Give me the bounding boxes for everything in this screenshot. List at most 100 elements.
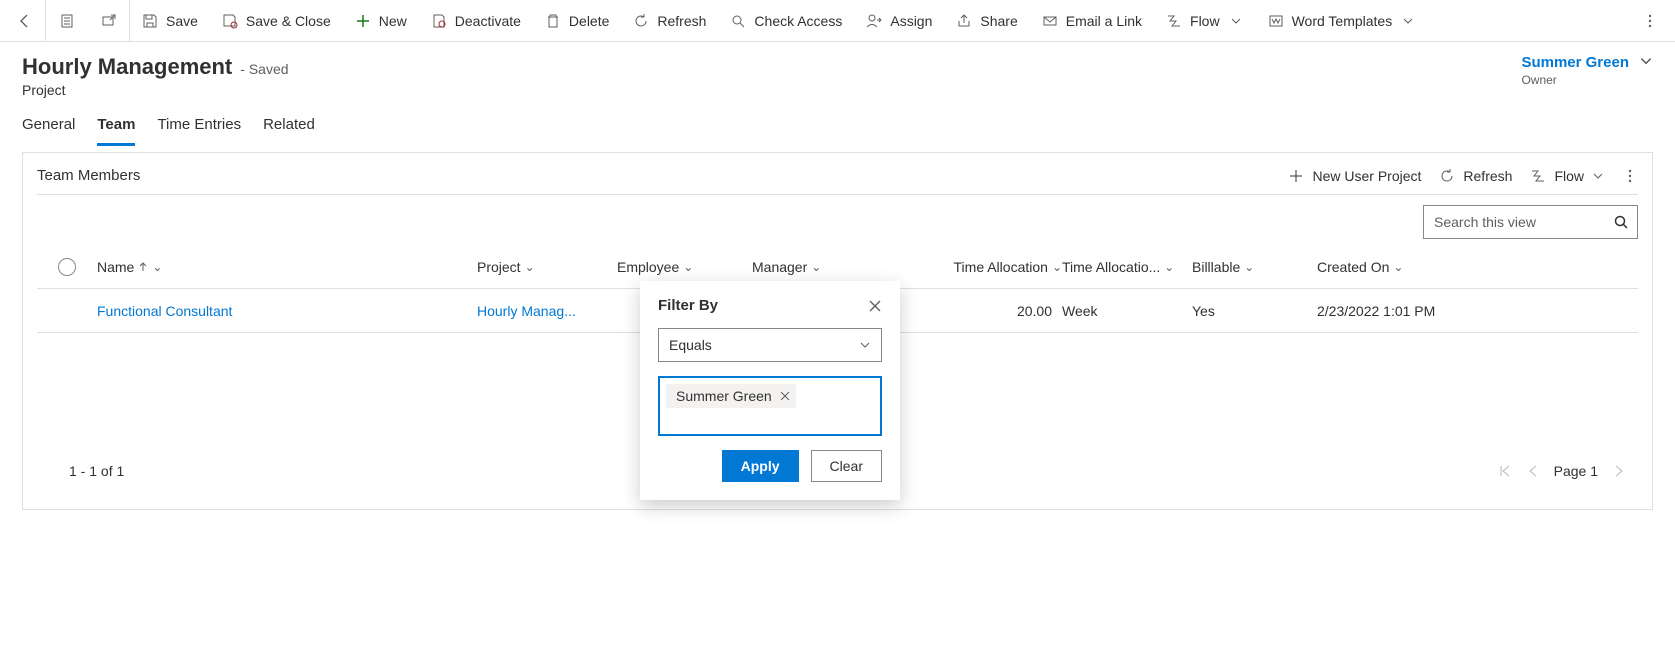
col-time-allocation-unit[interactable]: Time Allocatio...⌄ xyxy=(1062,259,1192,275)
search-icon xyxy=(1613,214,1629,230)
tab-related[interactable]: Related xyxy=(263,116,315,146)
check-access-button[interactable]: Check Access xyxy=(718,0,854,42)
pager-prev[interactable] xyxy=(1526,464,1540,478)
owner-chevron[interactable] xyxy=(1639,54,1653,68)
select-all-circle-icon xyxy=(58,258,76,276)
filter-operator-value: Equals xyxy=(669,337,712,353)
search-placeholder: Search this view xyxy=(1434,214,1536,230)
col-created-on[interactable]: Created On ⌄ xyxy=(1317,259,1517,275)
filter-operator-select[interactable]: Equals xyxy=(658,328,882,362)
pager-page-label: Page 1 xyxy=(1554,463,1598,479)
save-button[interactable]: Save xyxy=(130,0,210,42)
refresh-button[interactable]: Refresh xyxy=(621,0,718,42)
pager-first[interactable] xyxy=(1498,464,1512,478)
grid-refresh-button[interactable]: Refresh xyxy=(1439,168,1512,184)
flow-button[interactable]: Flow xyxy=(1154,0,1256,42)
back-arrow-icon xyxy=(17,13,33,29)
back-button[interactable] xyxy=(4,0,46,42)
record-set-button[interactable] xyxy=(46,0,88,42)
cell-project[interactable]: Hourly Manag... xyxy=(477,303,617,319)
col-billable-label: Billlable xyxy=(1192,259,1240,275)
select-all-cell[interactable] xyxy=(37,258,97,276)
col-project[interactable]: Project ⌄ xyxy=(477,259,617,275)
clear-label: Clear xyxy=(830,458,863,474)
pager-next[interactable] xyxy=(1612,464,1626,478)
filter-value-input[interactable]: Summer Green xyxy=(658,376,882,436)
sort-asc-icon xyxy=(138,262,148,272)
cell-name[interactable]: Functional Consultant xyxy=(97,303,477,319)
new-button[interactable]: New xyxy=(343,0,419,42)
apply-label: Apply xyxy=(741,458,780,474)
save-close-button[interactable]: Save & Close xyxy=(210,0,343,42)
col-time-allocation[interactable]: Time Allocation⌄ xyxy=(922,259,1062,275)
word-templates-button[interactable]: Word Templates xyxy=(1256,0,1429,42)
title-row: Hourly Management - Saved xyxy=(22,54,289,80)
col-employee[interactable]: Employee ⌄ xyxy=(617,259,752,275)
filter-tag: Summer Green xyxy=(666,384,796,408)
word-templates-label: Word Templates xyxy=(1292,13,1393,29)
col-project-label: Project xyxy=(477,259,521,275)
owner-block: Summer Green Owner xyxy=(1521,54,1653,98)
new-user-project-label: New User Project xyxy=(1312,168,1421,184)
chevron-down-icon: ⌄ xyxy=(683,260,693,274)
command-bar-left xyxy=(4,0,130,41)
check-access-icon xyxy=(730,13,746,29)
col-name[interactable]: Name ⌄ xyxy=(97,259,477,275)
chevron-down-icon xyxy=(859,339,871,351)
search-input[interactable]: Search this view xyxy=(1423,205,1638,239)
filter-popup-close[interactable] xyxy=(868,299,882,313)
deactivate-icon xyxy=(431,13,447,29)
command-bar-overflow[interactable] xyxy=(1629,0,1671,42)
delete-button[interactable]: Delete xyxy=(533,0,621,42)
cell-billable: Yes xyxy=(1192,303,1317,319)
form-tabs: General Team Time Entries Related xyxy=(0,98,1675,146)
more-vertical-icon xyxy=(1642,13,1658,29)
col-employee-label: Employee xyxy=(617,259,679,275)
share-button[interactable]: Share xyxy=(944,0,1029,42)
chevron-down-icon: ⌄ xyxy=(811,260,821,274)
col-manager-label: Manager xyxy=(752,259,807,275)
close-icon xyxy=(868,299,882,313)
form-header: Hourly Management - Saved Project Summer… xyxy=(0,42,1675,98)
email-link-button[interactable]: Email a Link xyxy=(1030,0,1154,42)
tab-general[interactable]: General xyxy=(22,116,75,146)
filter-tag-label: Summer Green xyxy=(676,388,772,404)
save-label: Save xyxy=(166,13,198,29)
chevron-down-icon: ⌄ xyxy=(525,260,535,274)
col-manager[interactable]: Manager ⌄ xyxy=(752,259,922,275)
popout-icon xyxy=(101,13,117,29)
assign-icon xyxy=(866,13,882,29)
deactivate-label: Deactivate xyxy=(455,13,521,29)
apply-button[interactable]: Apply xyxy=(722,450,799,482)
flow-icon xyxy=(1530,168,1546,184)
owner-name[interactable]: Summer Green xyxy=(1521,54,1629,71)
tab-team[interactable]: Team xyxy=(97,116,135,146)
grid-flow-button[interactable]: Flow xyxy=(1530,168,1604,184)
panel-actions: New User Project Refresh Flow xyxy=(1288,168,1638,184)
close-icon xyxy=(780,391,790,401)
col-created-on-label: Created On xyxy=(1317,259,1389,275)
grid-overflow-button[interactable] xyxy=(1622,168,1638,184)
deactivate-button[interactable]: Deactivate xyxy=(419,0,533,42)
filter-buttons: Apply Clear xyxy=(658,450,882,482)
tab-time-entries[interactable]: Time Entries xyxy=(157,116,241,146)
refresh-label: Refresh xyxy=(657,13,706,29)
chevron-down-icon: ⌄ xyxy=(1244,260,1254,274)
grid-flow-label: Flow xyxy=(1554,168,1584,184)
filter-tag-remove[interactable] xyxy=(780,391,790,401)
refresh-icon xyxy=(1439,168,1455,184)
entity-name: Project xyxy=(22,82,289,98)
next-page-icon xyxy=(1612,464,1626,478)
command-bar-actions: Save Save & Close New Deactivate Delete … xyxy=(130,0,1629,41)
prev-page-icon xyxy=(1526,464,1540,478)
panel-title: Team Members xyxy=(37,167,140,184)
new-user-project-button[interactable]: New User Project xyxy=(1288,168,1421,184)
chevron-down-icon: ⌄ xyxy=(1393,260,1403,274)
team-members-panel: Team Members New User Project Refresh Fl… xyxy=(22,152,1653,510)
save-icon xyxy=(142,13,158,29)
owner-label: Owner xyxy=(1521,73,1629,87)
popout-button[interactable] xyxy=(88,0,130,42)
col-billable[interactable]: Billlable ⌄ xyxy=(1192,259,1317,275)
assign-button[interactable]: Assign xyxy=(854,0,944,42)
clear-button[interactable]: Clear xyxy=(811,450,882,482)
